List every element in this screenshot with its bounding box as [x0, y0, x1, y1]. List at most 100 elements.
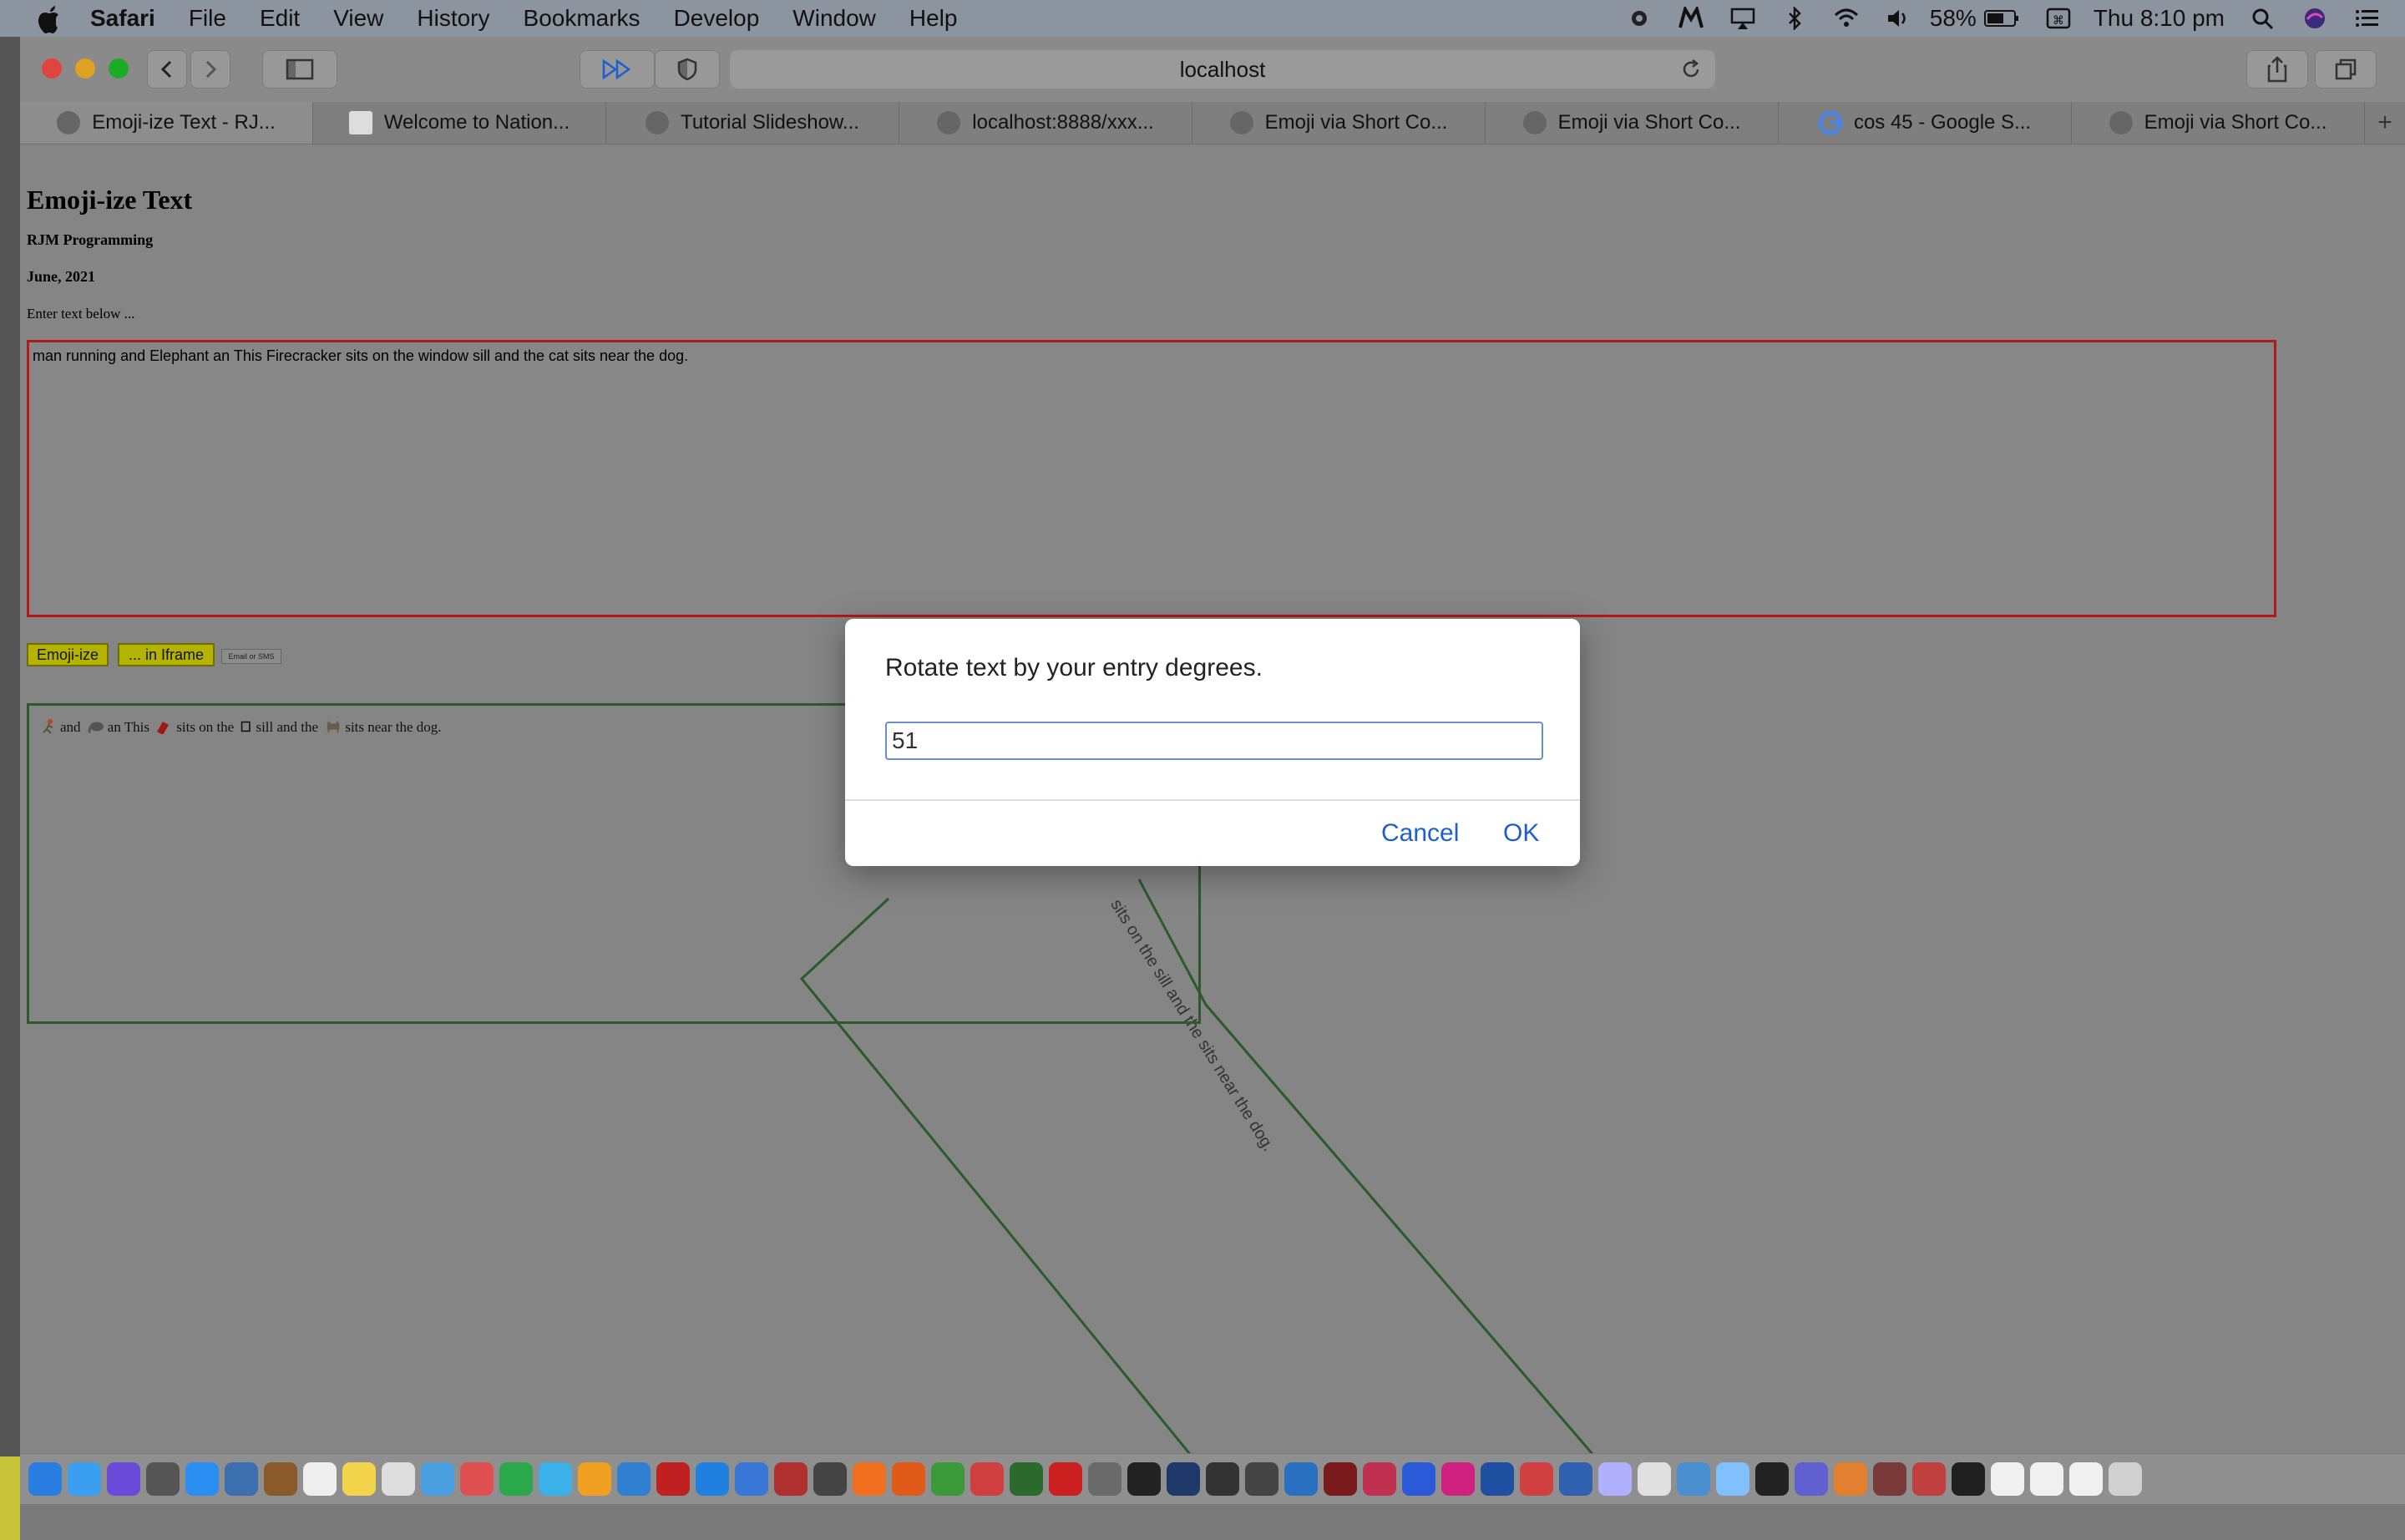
menu-edit[interactable]: Edit [260, 5, 300, 32]
dock-app-icon[interactable] [1481, 1462, 1514, 1496]
in-iframe-button[interactable]: ... in Iframe [118, 643, 215, 666]
dock-app-icon[interactable] [735, 1462, 768, 1496]
dock-app-icon[interactable] [185, 1462, 219, 1496]
dock-app-icon[interactable] [1873, 1462, 1906, 1496]
clock[interactable]: Thu 8:10 pm [2094, 5, 2225, 32]
dock-app-icon[interactable] [1402, 1462, 1435, 1496]
dock-app-icon[interactable] [617, 1462, 651, 1496]
dock-app-icon[interactable] [499, 1462, 533, 1496]
tab-emoji-short-code-1[interactable]: Emoji via Short Co... [1192, 102, 1486, 144]
dock-app-icon[interactable] [1795, 1462, 1828, 1496]
dock-app-icon[interactable] [1324, 1462, 1357, 1496]
keyboard-input-icon[interactable]: ⌘ [2045, 7, 2072, 30]
dock-app-icon[interactable] [146, 1462, 180, 1496]
autoplay-button[interactable] [580, 50, 655, 89]
malwarebytes-icon[interactable] [1678, 7, 1704, 30]
emoji-ize-button[interactable]: Emoji-ize [27, 643, 109, 666]
dock-app-icon[interactable] [1127, 1462, 1161, 1496]
zoom-window-button[interactable] [109, 58, 129, 79]
dock-app-icon[interactable] [1991, 1462, 2024, 1496]
dock-app-icon[interactable] [2069, 1462, 2103, 1496]
apple-icon[interactable] [33, 3, 62, 34]
dock-app-icon[interactable] [1598, 1462, 1632, 1496]
tab-tutorial-slideshow[interactable]: Tutorial Slideshow... [606, 102, 899, 144]
bluetooth-icon[interactable] [1781, 7, 1808, 30]
dock-app-icon[interactable] [1912, 1462, 1946, 1496]
dock-app-icon[interactable] [342, 1462, 376, 1496]
ok-button[interactable]: OK [1503, 819, 1539, 848]
tab-emoji-ize-text[interactable]: Emoji-ize Text - RJ... [20, 102, 313, 144]
dock-app-icon[interactable] [696, 1462, 729, 1496]
tab-emoji-short-code-3[interactable]: Emoji via Short Co... [2072, 102, 2365, 144]
dock-app-icon[interactable] [1206, 1462, 1239, 1496]
dock-app-icon[interactable] [1363, 1462, 1396, 1496]
dock-app-icon[interactable] [1010, 1462, 1043, 1496]
address-bar[interactable]: localhost [730, 50, 1715, 89]
dock-app-icon[interactable] [382, 1462, 415, 1496]
degrees-input[interactable] [885, 722, 1543, 760]
dock-app-icon[interactable] [970, 1462, 1004, 1496]
tab-cos-45-google[interactable]: cos 45 - Google S... [1779, 102, 2072, 144]
dock-app-icon[interactable] [578, 1462, 611, 1496]
tab-overview-button[interactable] [2315, 50, 2377, 89]
back-button[interactable] [147, 50, 187, 89]
forward-button[interactable] [190, 50, 230, 89]
dock-app-icon[interactable] [68, 1462, 101, 1496]
close-window-button[interactable] [42, 58, 62, 79]
battery-icon[interactable] [1983, 7, 2020, 30]
text-input-area[interactable]: man running and Elephant an This Firecra… [27, 340, 2276, 617]
tab-localhost-8888[interactable]: localhost:8888/xxx... [899, 102, 1192, 144]
notification-center-icon[interactable] [2353, 7, 2380, 30]
dock-app-icon[interactable] [28, 1462, 62, 1496]
airplay-icon[interactable] [1729, 7, 1756, 30]
dock-app-icon[interactable] [264, 1462, 297, 1496]
volume-icon[interactable] [1885, 7, 1911, 30]
dock-app-icon[interactable] [1638, 1462, 1671, 1496]
gear-status-icon[interactable] [1626, 7, 1653, 30]
dock-app-icon[interactable] [2109, 1462, 2142, 1496]
dock-app-icon[interactable] [1245, 1462, 1278, 1496]
menu-bookmarks[interactable]: Bookmarks [524, 5, 640, 32]
tab-emoji-short-code-2[interactable]: Emoji via Short Co... [1486, 102, 1779, 144]
share-button[interactable] [2246, 50, 2308, 89]
minimize-window-button[interactable] [75, 58, 95, 79]
menu-help[interactable]: Help [909, 5, 958, 32]
dock-app-icon[interactable] [656, 1462, 690, 1496]
dock-app-icon[interactable] [539, 1462, 572, 1496]
privacy-report-button[interactable] [655, 50, 720, 89]
dock-app-icon[interactable] [853, 1462, 886, 1496]
dock-app-icon[interactable] [813, 1462, 847, 1496]
menu-file[interactable]: File [189, 5, 226, 32]
dock-app-icon[interactable] [2030, 1462, 2063, 1496]
dock-app-icon[interactable] [1834, 1462, 1867, 1496]
wifi-icon[interactable] [1833, 7, 1860, 30]
sidebar-toggle-button[interactable] [262, 50, 337, 89]
dock-app-icon[interactable] [1559, 1462, 1592, 1496]
reload-icon[interactable] [1680, 58, 1702, 80]
dock-app-icon[interactable] [1441, 1462, 1475, 1496]
tab-welcome-nation[interactable]: Welcome to Nation... [313, 102, 606, 144]
dock-app-icon[interactable] [1755, 1462, 1789, 1496]
dock-app-icon[interactable] [303, 1462, 337, 1496]
dock-app-icon[interactable] [1520, 1462, 1553, 1496]
menu-history[interactable]: History [417, 5, 489, 32]
dock-app-icon[interactable] [931, 1462, 965, 1496]
siri-icon[interactable] [2301, 7, 2328, 30]
dock-app-icon[interactable] [1716, 1462, 1749, 1496]
cancel-button[interactable]: Cancel [1381, 819, 1459, 848]
dock-app-icon[interactable] [1049, 1462, 1082, 1496]
dock-app-icon[interactable] [1167, 1462, 1200, 1496]
menu-view[interactable]: View [333, 5, 383, 32]
dock-app-icon[interactable] [225, 1462, 258, 1496]
new-tab-button[interactable]: + [2365, 102, 2405, 144]
dock-app-icon[interactable] [1952, 1462, 1985, 1496]
email-sms-button[interactable]: Email or SMS [221, 649, 281, 664]
dock-app-icon[interactable] [774, 1462, 808, 1496]
dock-app-icon[interactable] [1677, 1462, 1710, 1496]
menu-window[interactable]: Window [792, 5, 876, 32]
menu-app-safari[interactable]: Safari [90, 5, 155, 32]
dock-app-icon[interactable] [460, 1462, 494, 1496]
dock-app-icon[interactable] [421, 1462, 454, 1496]
menu-develop[interactable]: Develop [674, 5, 760, 32]
dock-app-icon[interactable] [107, 1462, 140, 1496]
